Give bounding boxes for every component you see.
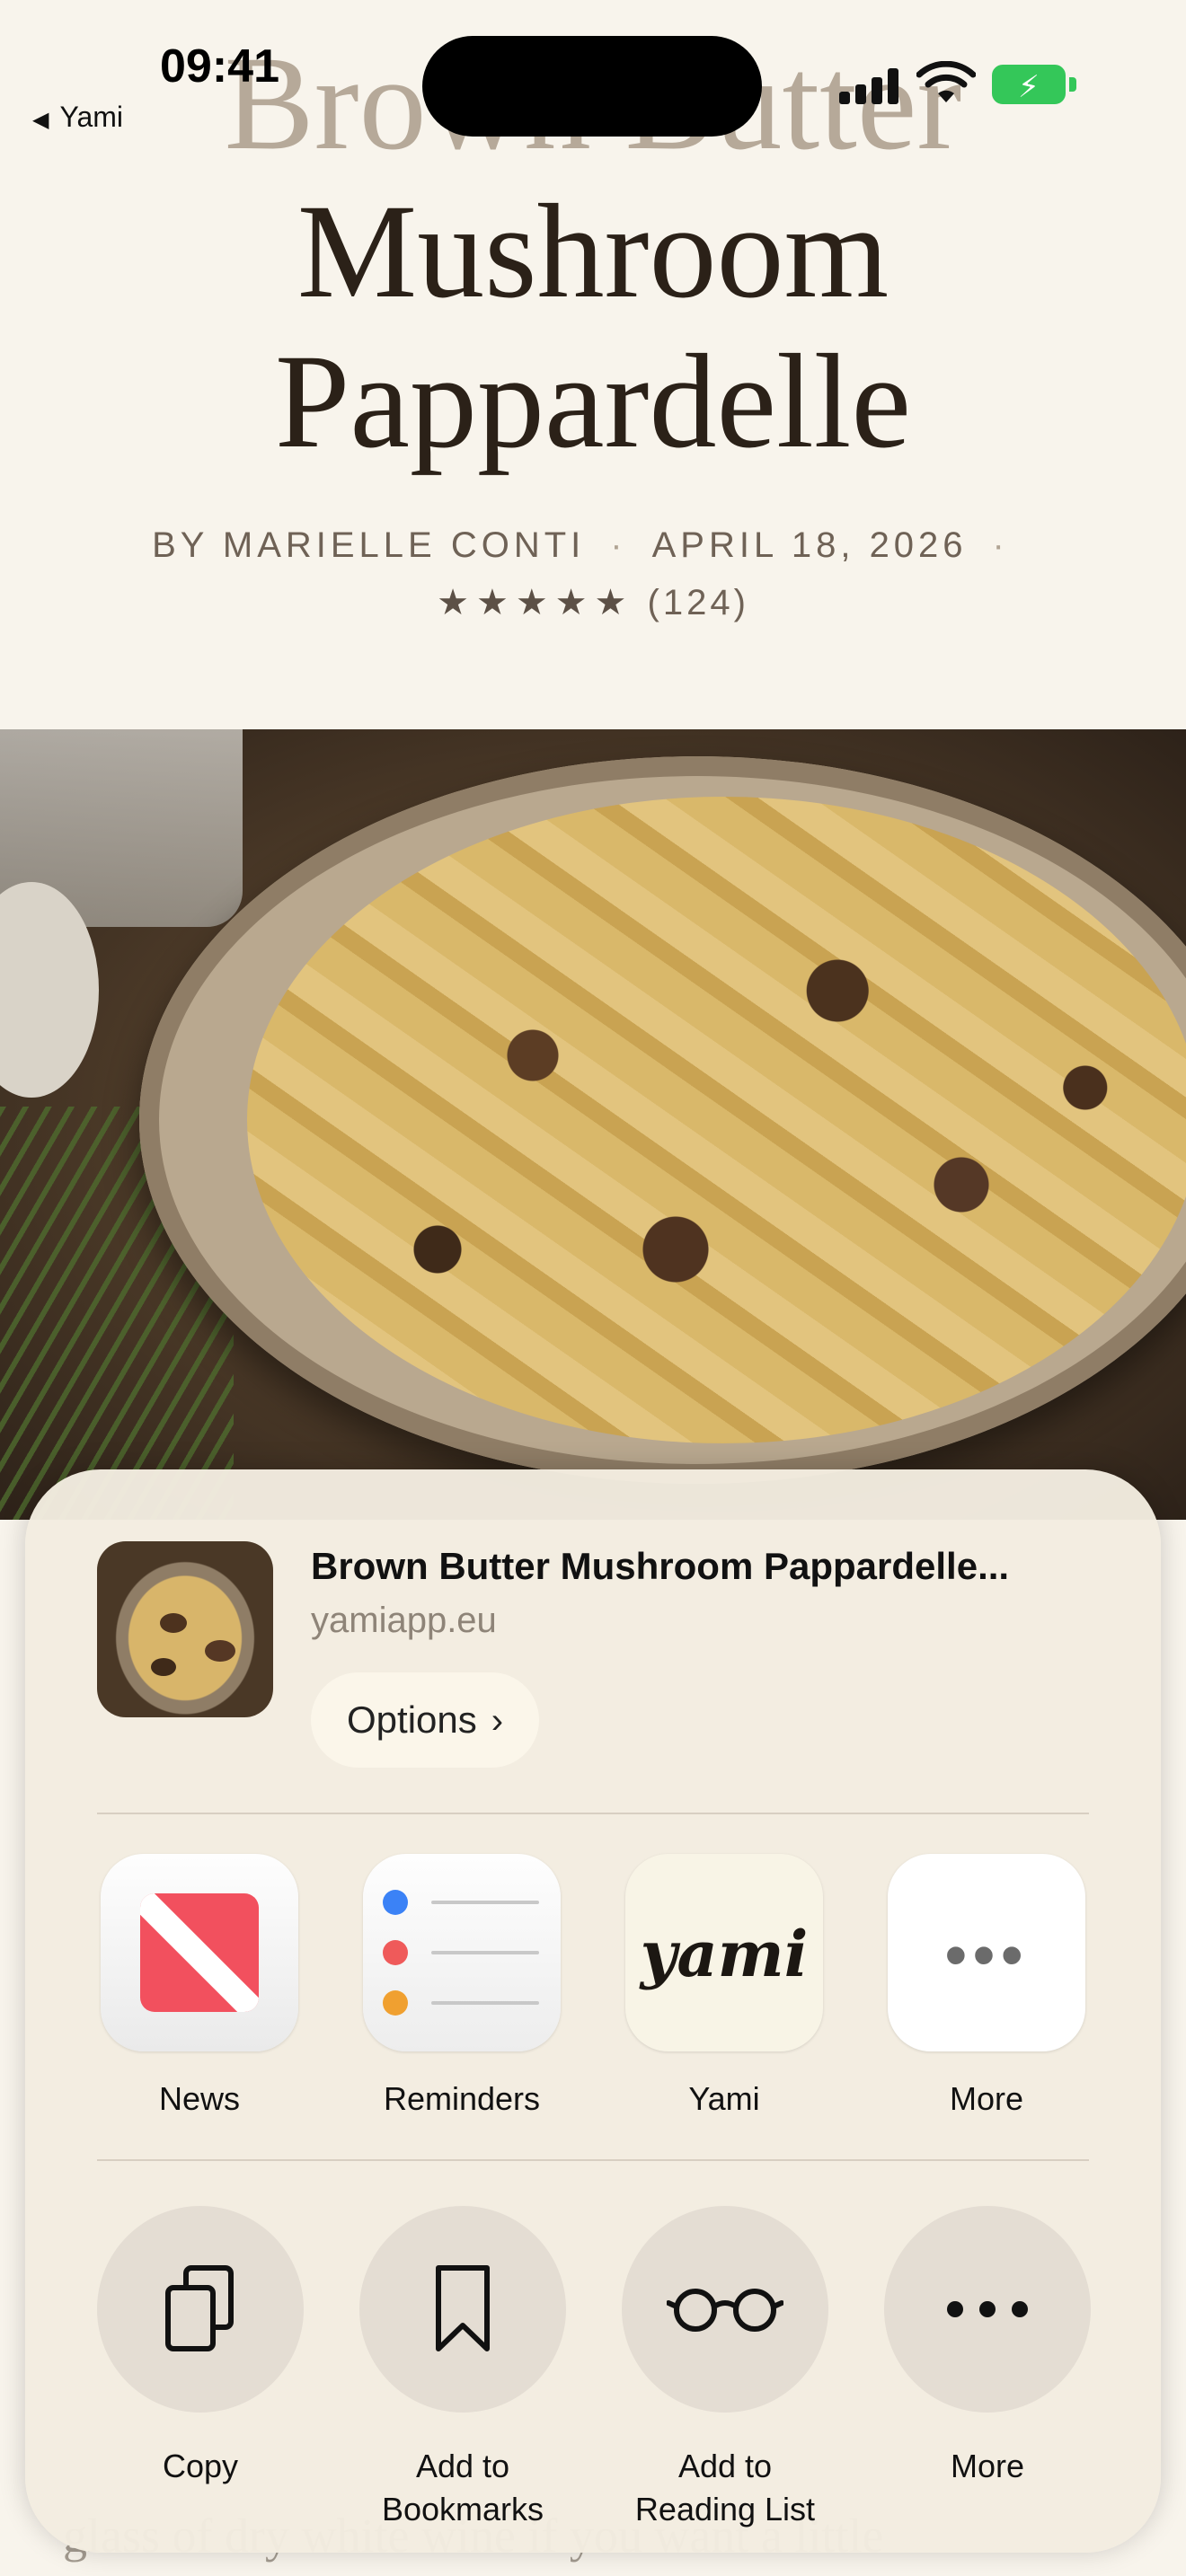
app-label: News (158, 2080, 241, 2117)
back-triangle-icon: ◀ (32, 108, 49, 132)
bookmark-icon (359, 2206, 566, 2413)
yami-icon: yami (625, 1854, 823, 2051)
wifi-icon (916, 61, 976, 102)
reminders-icon (363, 1854, 561, 2051)
share-title: Brown Butter Mushroom Pappardelle... (311, 1545, 1010, 1587)
app-label: Reminders (383, 2080, 541, 2117)
clock: 09:41 (160, 40, 279, 93)
action-add-reading-list[interactable]: Add to Reading List (622, 2206, 828, 2531)
action-label-line-2: Reading List (634, 2491, 816, 2527)
byline: BY MARIELLE CONTI · APRIL 18, 2026 · (0, 525, 1186, 566)
publish-date: APRIL 18, 2026 (651, 525, 968, 565)
back-app-label: Yami (59, 101, 123, 133)
action-more[interactable]: More (884, 2206, 1091, 2488)
news-icon (101, 1854, 298, 2051)
cellular-signal-icon (839, 68, 904, 104)
action-copy[interactable]: Copy (97, 2206, 304, 2488)
share-thumbnail (97, 1541, 273, 1717)
dynamic-island (422, 36, 762, 137)
action-label-line-1: Add to (677, 2448, 773, 2484)
more-apps-icon: ••• (888, 1854, 1085, 2051)
divider (97, 2159, 1089, 2161)
rating: ★★★★★ (124) (0, 582, 1186, 623)
action-label-line-2: Bookmarks (381, 2491, 544, 2527)
options-label: Options (347, 1698, 477, 1741)
action-label: Copy (162, 2448, 239, 2484)
glasses-icon (622, 2206, 828, 2413)
status-bar: 09:41 ◀ Yami ⚡ (0, 0, 1186, 137)
copy-icon (97, 2206, 304, 2413)
app-label: Yami (688, 2080, 760, 2117)
share-app-yami[interactable]: yami Yami (625, 1854, 823, 2118)
separator-dot: · (992, 525, 1009, 565)
divider (97, 1813, 1089, 1814)
battery-icon: ⚡ (992, 65, 1078, 106)
separator-dot: · (610, 525, 627, 565)
share-app-news[interactable]: News (101, 1854, 298, 2118)
recipe-title-line-3: Pappardelle (274, 327, 912, 476)
star-rating: ★★★★★ (437, 583, 634, 622)
chevron-right-icon: › (491, 1701, 504, 1741)
share-app-reminders[interactable]: Reminders (363, 1854, 561, 2118)
app-label: More (949, 2080, 1024, 2117)
options-button[interactable]: Options › (311, 1672, 540, 1768)
share-sheet: Brown Butter Mushroom Pappardelle... yam… (25, 1469, 1161, 2553)
pappardelle-pasta (247, 797, 1186, 1443)
yami-wordmark: yami (640, 1917, 809, 1991)
recipe-hero-image (0, 729, 1186, 1520)
rating-count: (124) (647, 583, 749, 622)
action-add-bookmark[interactable]: Add to Bookmarks (359, 2206, 566, 2531)
share-url: yamiapp.eu (311, 1601, 497, 1640)
more-icon (884, 2206, 1091, 2413)
action-label-line-1: Add to (415, 2448, 510, 2484)
back-to-app-button[interactable]: ◀ Yami (32, 101, 123, 134)
share-app-more[interactable]: ••• More (888, 1854, 1085, 2118)
action-label: More (950, 2448, 1025, 2484)
recipe-title-line-2: Mushroom (296, 177, 890, 326)
author: BY MARIELLE CONTI (152, 525, 586, 565)
